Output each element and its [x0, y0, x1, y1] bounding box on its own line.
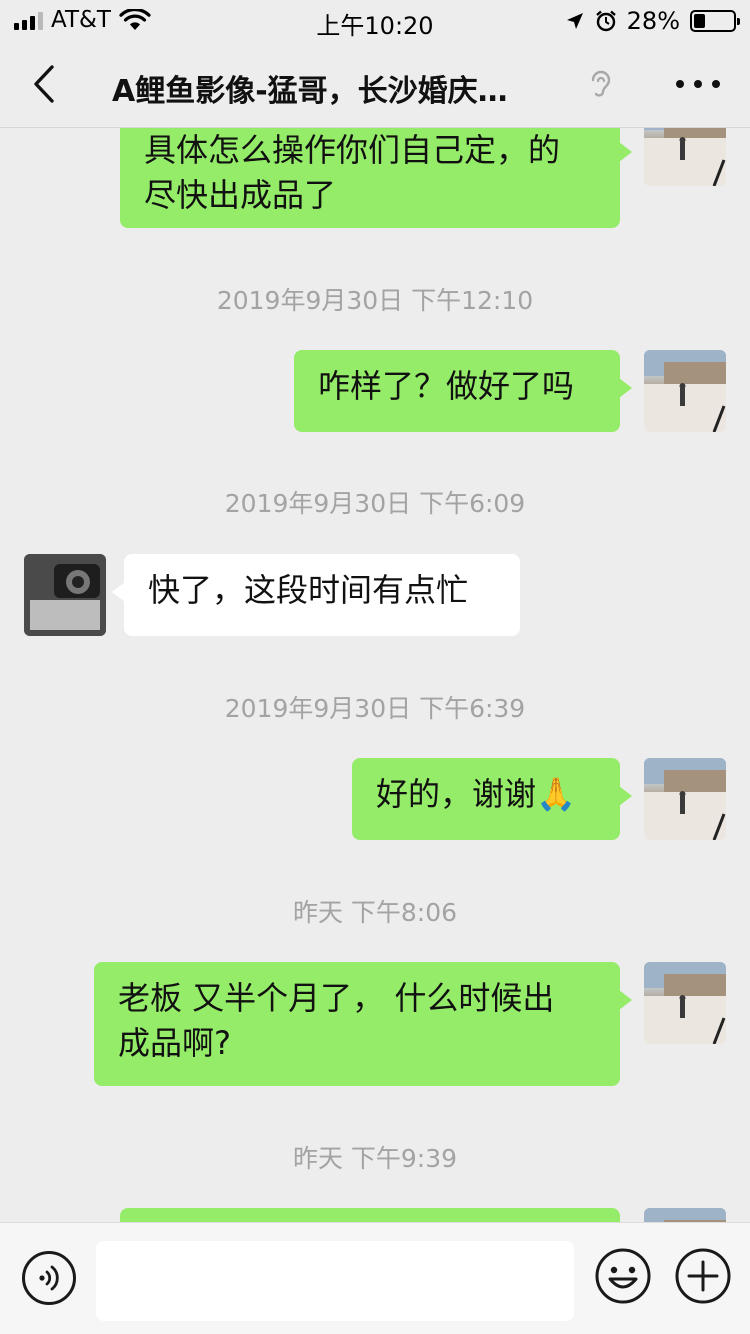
message-bubble-sent[interactable]: 咋样了？做好了吗: [294, 350, 632, 432]
my-avatar[interactable]: [644, 1208, 726, 1222]
chevron-left-icon: [34, 65, 54, 103]
more-dots-icon: [676, 80, 684, 88]
more-options-button[interactable]: [676, 72, 720, 96]
message-line: 尽快出成品了: [144, 176, 337, 214]
status-right: 28%: [565, 7, 740, 35]
battery-icon: [690, 10, 740, 32]
message-line: 老板 又半个月了， 什么时候出: [118, 979, 555, 1017]
message-input[interactable]: [96, 1241, 574, 1321]
voice-button[interactable]: [22, 1251, 76, 1305]
carrier-label: AT&T: [51, 7, 111, 33]
message-line: 好的，谢谢🙏: [376, 775, 576, 813]
message-timestamp: 2019年9月30日 下午12:10: [216, 286, 534, 315]
message-line: 快了，这段时间有点忙: [148, 571, 469, 609]
message-line: 咋样了？做好了吗: [318, 367, 575, 405]
message-bubble-sent[interactable]: 具体怎么操作你们自己定，的 尽快出成品了: [120, 128, 632, 228]
my-avatar[interactable]: [644, 758, 726, 840]
message-bubble-received[interactable]: 快了，这段时间有点忙: [112, 554, 520, 636]
chat-area[interactable]: 具体怎么操作你们自己定，的 尽快出成品了 2019年9月30日 下午12:10 …: [0, 128, 750, 1222]
my-avatar[interactable]: [644, 128, 726, 186]
emoji-icon[interactable]: [594, 1247, 652, 1305]
avatar-photo: [644, 1208, 726, 1222]
message-bubble-sent[interactable]: 好的，谢谢🙏: [352, 758, 632, 840]
avatar-photo: [644, 350, 726, 432]
chat-title: A鲤鱼影像-猛哥，长沙婚庆…: [112, 74, 508, 109]
message-timestamp: 2019年9月30日 下午6:09: [224, 489, 526, 518]
message-timestamp: 2019年9月30日 下午6:39: [224, 694, 526, 723]
nav-bar: A鲤鱼影像-猛哥，长沙婚庆…: [0, 40, 750, 128]
signal-strength-icon: [14, 10, 43, 30]
back-button[interactable]: [22, 62, 66, 106]
wifi-icon: [119, 9, 151, 30]
message-bubble-sent[interactable]: [120, 1208, 620, 1222]
avatar-photo: [644, 758, 726, 840]
message-timestamp: 昨天 下午8:06: [292, 898, 458, 927]
location-arrow-icon: [566, 13, 583, 29]
message-bubble-sent[interactable]: 老板 又半个月了， 什么时候出 成品啊?: [94, 962, 632, 1086]
message-line: 具体怎么操作你们自己定，的: [144, 131, 561, 169]
input-bar: [0, 1222, 750, 1334]
status-bar: AT&T 上午10:20 28%: [0, 0, 750, 40]
plus-icon[interactable]: [674, 1247, 732, 1305]
my-avatar[interactable]: [644, 350, 726, 432]
avatar-photo: [644, 962, 726, 1044]
my-avatar[interactable]: [644, 962, 726, 1044]
message-line: 成品啊?: [118, 1024, 231, 1062]
status-left: AT&T: [14, 7, 151, 33]
alarm-icon: [595, 10, 616, 32]
contact-avatar[interactable]: [24, 554, 106, 636]
battery-percent: 28%: [626, 7, 680, 35]
message-timestamp: 昨天 下午9:39: [292, 1144, 458, 1173]
voice-icon: [39, 1265, 59, 1291]
avatar-photo: [24, 554, 106, 636]
avatar-photo: [644, 128, 726, 186]
ear-icon: [591, 70, 611, 97]
